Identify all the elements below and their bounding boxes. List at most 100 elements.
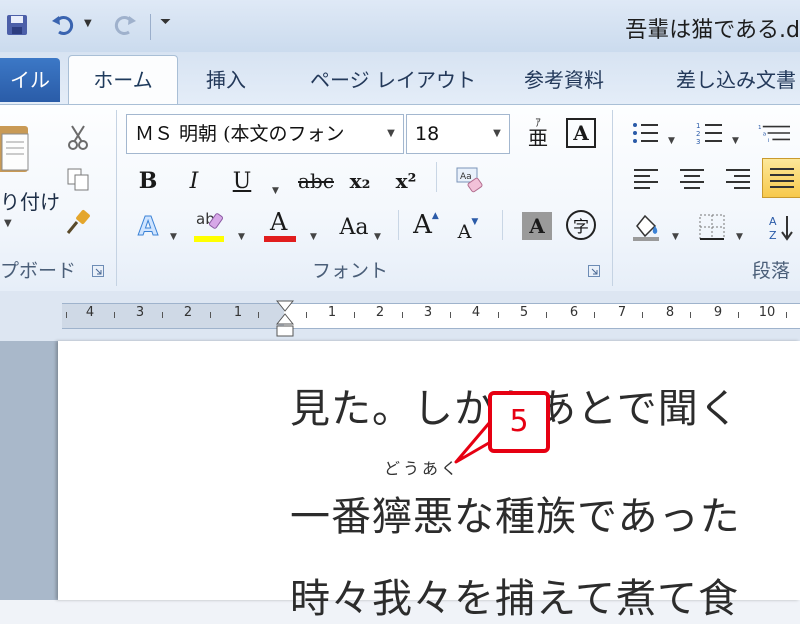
change-case-button[interactable]: Aa [334,210,374,244]
ruler-number: 9 [713,305,723,320]
bold-glyph: B [138,168,158,194]
divider [398,210,399,240]
borders-dropdown-icon[interactable]: ▼ [736,224,743,243]
ruler-number: 8 [665,305,675,320]
undo-icon[interactable] [50,12,76,38]
chevron-down-icon[interactable]: ▼ [383,115,399,153]
group-separator [116,110,117,286]
align-center-icon[interactable] [676,162,708,196]
character-border-glyph: A [573,121,589,145]
align-left-icon[interactable] [630,162,662,196]
ruler-tick [354,312,355,318]
font-color-dropdown-icon[interactable]: ▼ [310,224,317,243]
font-launcher-icon[interactable] [588,262,600,277]
text-effects-button[interactable]: A [132,210,164,244]
svg-text:a: a [763,131,766,137]
highlight-button[interactable]: ab [194,210,228,244]
tab-page-layout[interactable]: ページ レイアウト [310,58,476,102]
paste-dropdown-icon[interactable]: ▼ [4,218,12,229]
undo-dropdown-icon[interactable]: ▼ [84,18,92,29]
bullets-icon[interactable] [630,116,662,150]
sort-icon[interactable]: AZ [766,210,798,244]
shrink-font-button[interactable]: A ▼ [452,212,484,246]
format-painter-icon[interactable] [62,206,94,240]
save-icon[interactable] [4,12,30,38]
paragraph-group-label: 段落 [752,260,791,282]
svg-text:2: 2 [696,130,700,138]
svg-text:A: A [769,215,777,228]
borders-icon[interactable] [696,210,728,244]
strikethrough-glyph: abc [298,169,334,193]
bold-button[interactable]: B [132,164,164,198]
clipboard-launcher-icon[interactable] [92,262,104,277]
tab-references[interactable]: 参考資料 [524,58,604,102]
customize-qat-icon[interactable]: ⏷ [160,14,171,30]
document-line: 時々我々を捕えて煮て食 [290,576,739,622]
numbering-dropdown-icon[interactable]: ▼ [732,128,739,147]
font-name-combo[interactable]: ＭＳ 明朝 (本文のフォン ▼ [126,114,404,154]
underline-glyph: U [232,168,252,194]
underline-button[interactable]: U [226,164,258,198]
font-color-button[interactable]: A [264,208,298,244]
chevron-down-icon[interactable]: ▼ [489,115,505,153]
justify-icon[interactable] [762,158,800,198]
highlight-dropdown-icon[interactable]: ▼ [238,224,245,243]
character-shading-button[interactable]: A [522,212,552,240]
strikethrough-button[interactable]: abc [294,164,338,198]
subscript-glyph: x₂ [349,169,371,193]
align-right-icon[interactable] [722,162,754,196]
ruler-number: 7 [617,305,627,320]
ruler-tick [786,312,787,318]
subscript-button[interactable]: x₂ [344,164,376,198]
ruler-tick [450,312,451,318]
clear-formatting-button[interactable]: Aa [454,164,486,198]
ruler-tick [738,312,739,318]
font-size-combo[interactable]: 18 ▼ [406,114,510,154]
tab-mailings[interactable]: 差し込み文書 [676,58,796,102]
superscript-glyph: x² [395,169,417,193]
grow-font-glyph: A [413,210,432,240]
indent-marker-icon[interactable] [275,300,295,338]
change-case-glyph: Aa [339,214,369,240]
shading-dropdown-icon[interactable]: ▼ [672,224,679,243]
paste-label[interactable]: り付け [0,186,60,215]
arrow-down-icon: ▼ [471,217,479,227]
window-title: 吾輩は猫である.d [625,18,800,43]
underline-dropdown-icon[interactable]: ▼ [272,178,279,197]
paste-icon[interactable] [0,118,34,182]
ruler-number: 2 [375,305,385,320]
redo-icon[interactable] [112,12,138,38]
text-effects-dropdown-icon[interactable]: ▼ [170,224,177,243]
ruler-number: 6 [569,305,579,320]
marker-icon [208,213,224,229]
change-case-dropdown-icon[interactable]: ▼ [374,224,381,243]
grow-font-button[interactable]: A ▲ [410,208,442,242]
cut-icon[interactable] [62,120,94,154]
shrink-font-glyph: A [457,221,472,243]
font-name-value: ＭＳ 明朝 (本文のフォン [135,123,345,145]
ruler-tick [594,312,595,318]
ruler-number: 3 [135,305,145,320]
tab-insert[interactable]: 挿入 [206,58,246,102]
ruler-number: 1 [327,305,337,320]
enclose-characters-button[interactable]: 字 [566,210,596,240]
ruler-tick [402,312,403,318]
phonetic-guide-glyph: 亜 [528,126,548,150]
text-effects-glyph: A [137,212,159,243]
bullets-dropdown-icon[interactable]: ▼ [668,128,675,147]
superscript-button[interactable]: x² [390,164,422,198]
numbering-icon[interactable]: 123 [694,116,726,150]
italic-button[interactable]: I [178,164,210,198]
tab-home[interactable]: ホーム [68,55,178,108]
multilevel-list-icon[interactable]: 1ai [758,116,790,150]
shading-icon[interactable] [630,210,662,244]
phonetic-guide-button[interactable]: ｱ 亜 [522,116,554,150]
ruler-tick [66,312,67,318]
character-border-button[interactable]: A [566,118,596,148]
svg-text:1: 1 [758,125,762,131]
copy-icon[interactable] [62,162,94,196]
divider [436,162,437,192]
ruler-number: 3 [423,305,433,320]
ruler-tick [690,312,691,318]
tab-file[interactable]: イル [0,58,60,102]
